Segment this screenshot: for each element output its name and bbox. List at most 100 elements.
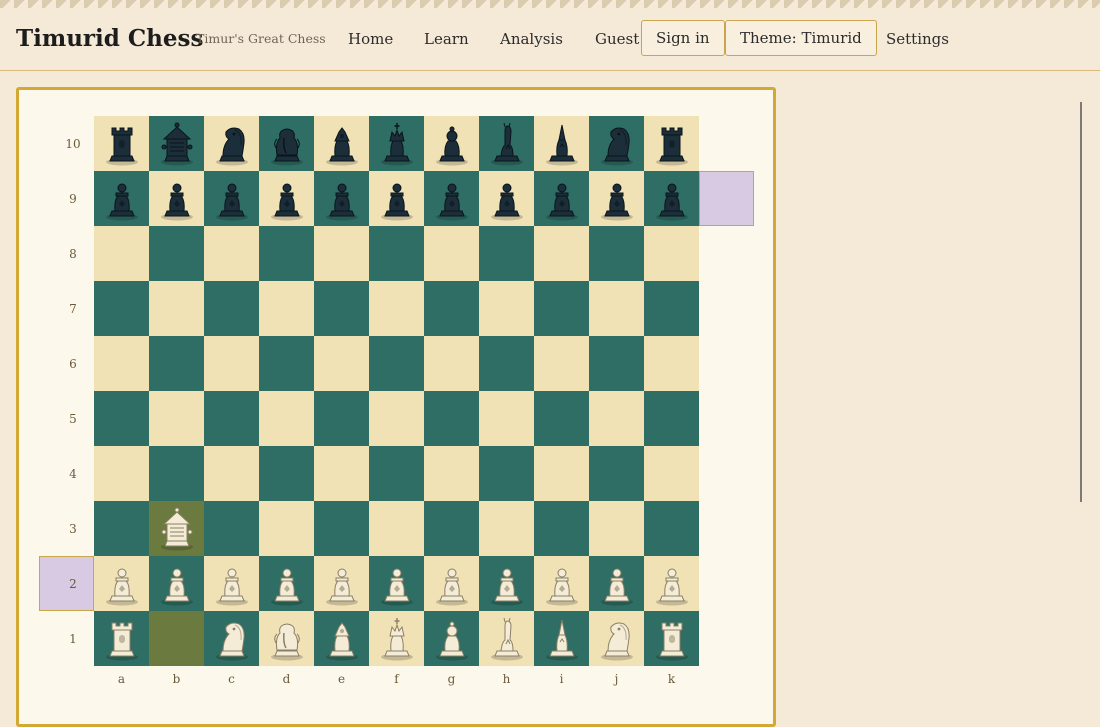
square-i4[interactable] xyxy=(534,446,589,501)
black-pawn-icon[interactable] xyxy=(259,171,314,226)
square-f4[interactable] xyxy=(369,446,424,501)
black-rook-icon[interactable] xyxy=(644,116,699,171)
square-j5[interactable] xyxy=(589,391,644,446)
square-a7[interactable] xyxy=(94,281,149,336)
white-giraffe-icon[interactable] xyxy=(479,611,534,666)
square-h6[interactable] xyxy=(479,336,534,391)
square-k3[interactable] xyxy=(644,501,699,556)
black-rook-icon[interactable] xyxy=(94,116,149,171)
square-d3[interactable] xyxy=(259,501,314,556)
square-b6[interactable] xyxy=(149,336,204,391)
square-i7[interactable] xyxy=(534,281,589,336)
white-pawn-icon[interactable] xyxy=(644,556,699,611)
square-h4[interactable] xyxy=(479,446,534,501)
square-a6[interactable] xyxy=(94,336,149,391)
black-scout-icon[interactable] xyxy=(534,116,589,171)
white-rook-icon[interactable] xyxy=(644,611,699,666)
square-k8[interactable] xyxy=(644,226,699,281)
square-c5[interactable] xyxy=(204,391,259,446)
square-c4[interactable] xyxy=(204,446,259,501)
black-pawn-icon[interactable] xyxy=(479,171,534,226)
square-h5[interactable] xyxy=(479,391,534,446)
black-pawn-icon[interactable] xyxy=(534,171,589,226)
white-pawn-icon[interactable] xyxy=(589,556,644,611)
square-h7[interactable] xyxy=(479,281,534,336)
black-knight-icon[interactable] xyxy=(589,116,644,171)
white-pawn-icon[interactable] xyxy=(424,556,479,611)
white-pawn-icon[interactable] xyxy=(259,556,314,611)
square-a8[interactable] xyxy=(94,226,149,281)
white-pawn-icon[interactable] xyxy=(369,556,424,611)
white-pawn-icon[interactable] xyxy=(94,556,149,611)
white-pawn-icon[interactable] xyxy=(534,556,589,611)
white-pawn-icon[interactable] xyxy=(314,556,369,611)
black-pawn-icon[interactable] xyxy=(644,171,699,226)
square-a3[interactable] xyxy=(94,501,149,556)
nav-settings[interactable]: Settings xyxy=(886,30,949,48)
theme-button[interactable]: Theme: Timurid xyxy=(725,20,877,56)
square-i3[interactable] xyxy=(534,501,589,556)
square-j8[interactable] xyxy=(589,226,644,281)
square-g5[interactable] xyxy=(424,391,479,446)
square-b4[interactable] xyxy=(149,446,204,501)
white-rook-icon[interactable] xyxy=(94,611,149,666)
square-d4[interactable] xyxy=(259,446,314,501)
black-general-icon[interactable] xyxy=(424,116,479,171)
white-elephant-icon[interactable] xyxy=(259,611,314,666)
white-scout-icon[interactable] xyxy=(534,611,589,666)
square-e7[interactable] xyxy=(314,281,369,336)
black-pawn-icon[interactable] xyxy=(314,171,369,226)
white-pawn-icon[interactable] xyxy=(204,556,259,611)
square-j3[interactable] xyxy=(589,501,644,556)
square-g3[interactable] xyxy=(424,501,479,556)
black-giraffe-icon[interactable] xyxy=(479,116,534,171)
square-i5[interactable] xyxy=(534,391,589,446)
square-d7[interactable] xyxy=(259,281,314,336)
square-h8[interactable] xyxy=(479,226,534,281)
square-k4[interactable] xyxy=(644,446,699,501)
square-c3[interactable] xyxy=(204,501,259,556)
square-b1[interactable] xyxy=(149,611,204,666)
square-k5[interactable] xyxy=(644,391,699,446)
citadel-square[interactable] xyxy=(699,171,754,226)
square-k7[interactable] xyxy=(644,281,699,336)
square-b8[interactable] xyxy=(149,226,204,281)
square-c6[interactable] xyxy=(204,336,259,391)
white-king-icon[interactable] xyxy=(369,611,424,666)
square-a4[interactable] xyxy=(94,446,149,501)
brand-title[interactable]: Timurid Chess xyxy=(16,25,203,52)
square-h3[interactable] xyxy=(479,501,534,556)
sign-in-button[interactable]: Sign in xyxy=(641,20,725,56)
square-c7[interactable] xyxy=(204,281,259,336)
black-pawn-icon[interactable] xyxy=(94,171,149,226)
white-vizier-icon[interactable] xyxy=(314,611,369,666)
square-i6[interactable] xyxy=(534,336,589,391)
square-f3[interactable] xyxy=(369,501,424,556)
white-pawn-icon[interactable] xyxy=(479,556,534,611)
nav-home[interactable]: Home xyxy=(348,30,393,48)
square-g8[interactable] xyxy=(424,226,479,281)
square-f7[interactable] xyxy=(369,281,424,336)
nav-learn[interactable]: Learn xyxy=(424,30,469,48)
black-vizier-icon[interactable] xyxy=(314,116,369,171)
square-g6[interactable] xyxy=(424,336,479,391)
square-c8[interactable] xyxy=(204,226,259,281)
square-a5[interactable] xyxy=(94,391,149,446)
black-elephant-icon[interactable] xyxy=(259,116,314,171)
white-war-engine-icon[interactable] xyxy=(149,501,204,556)
black-king-icon[interactable] xyxy=(369,116,424,171)
square-f5[interactable] xyxy=(369,391,424,446)
black-pawn-icon[interactable] xyxy=(424,171,479,226)
square-g7[interactable] xyxy=(424,281,479,336)
square-d5[interactable] xyxy=(259,391,314,446)
black-knight-icon[interactable] xyxy=(204,116,259,171)
square-g4[interactable] xyxy=(424,446,479,501)
square-b5[interactable] xyxy=(149,391,204,446)
square-e4[interactable] xyxy=(314,446,369,501)
square-f6[interactable] xyxy=(369,336,424,391)
white-pawn-icon[interactable] xyxy=(149,556,204,611)
square-k6[interactable] xyxy=(644,336,699,391)
black-pawn-icon[interactable] xyxy=(369,171,424,226)
square-e6[interactable] xyxy=(314,336,369,391)
white-knight-icon[interactable] xyxy=(204,611,259,666)
